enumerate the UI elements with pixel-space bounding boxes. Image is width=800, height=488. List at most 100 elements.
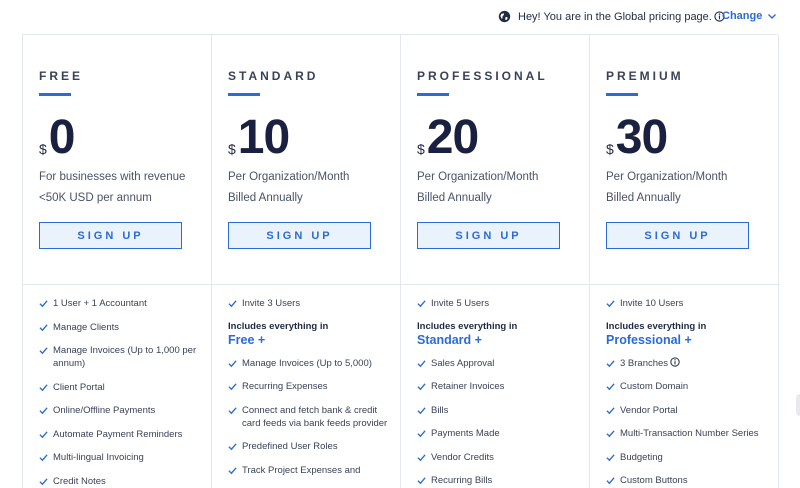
feature-item: Sales Approval [417, 357, 583, 370]
plan-accent-bar [228, 93, 260, 96]
feature-item: Manage Invoices (Up to 5,000) [228, 357, 394, 370]
check-icon [39, 407, 48, 415]
check-icon [606, 300, 615, 308]
plan-name: STANDARD [228, 69, 319, 83]
currency-symbol: $ [417, 141, 425, 157]
price-amount: 10 [237, 111, 290, 164]
check-icon [606, 359, 615, 367]
feature-label: Custom Buttons [620, 475, 688, 486]
plan-description-line2: <50K USD per annum [39, 192, 152, 204]
region-text: Hey! You are in the Global pricing page. [518, 10, 712, 23]
check-icon [228, 406, 237, 414]
plan-name: PROFESSIONAL [417, 69, 548, 83]
scrollbar-handle[interactable] [796, 394, 800, 416]
change-region-button[interactable]: Change [722, 10, 777, 22]
feature-label: Automate Payment Reminders [53, 428, 183, 440]
plan-accent-bar [39, 93, 71, 96]
feature-label: 3 Branches [620, 356, 680, 370]
check-icon [39, 300, 48, 308]
check-icon [606, 383, 615, 391]
check-icon [606, 453, 615, 461]
feature-label: Client Portal [53, 381, 105, 393]
plan-description-line1: For businesses with revenue [39, 171, 186, 183]
includes-plan: Standard + [417, 332, 482, 347]
check-icon [228, 300, 237, 308]
feature-list: Invite 5 Users Includes everything in St… [417, 297, 583, 488]
feature-label: Sales Approval [431, 357, 495, 369]
feature-label: Budgeting [620, 451, 663, 463]
feature-label: Vendor Credits [431, 451, 494, 463]
check-icon [417, 300, 426, 308]
feature-item: Recurring Expenses [228, 380, 394, 393]
feature-item: Bills [417, 404, 583, 417]
sign-up-button[interactable]: SIGN UP [228, 222, 371, 249]
plan-description-line1: Per Organization/Month [417, 171, 539, 183]
feature-item: Multi-lingual Invoicing [39, 451, 205, 464]
feature-label: Invite 5 Users [431, 298, 490, 309]
plan-accent-bar [417, 93, 449, 96]
check-icon [39, 323, 48, 331]
check-icon [39, 430, 48, 438]
info-icon[interactable] [670, 356, 680, 367]
price-amount: 20 [426, 111, 479, 164]
feature-label: Online/Offline Payments [53, 405, 156, 416]
feature-item: 1 User + 1 Accountant [39, 297, 205, 310]
plan-description-line2: Billed Annually [228, 192, 303, 204]
feature-item: Payments Made [417, 427, 583, 440]
feature-item: Connect and fetch bank & credit card fee… [228, 404, 394, 430]
sign-up-button[interactable]: SIGN UP [39, 222, 182, 249]
feature-item: Budgeting [606, 451, 772, 464]
plan-description: Per Organization/Month Billed Annually [417, 167, 582, 209]
feature-item: Online/Offline Payments [39, 404, 205, 417]
feature-item: Manage Clients [39, 321, 205, 334]
check-icon [39, 383, 48, 391]
feature-item: Custom Buttons [606, 474, 772, 487]
feature-item: Recurring Bills [417, 474, 583, 487]
feature-label: Bills [431, 404, 449, 416]
check-icon [417, 453, 426, 461]
includes-plan: Professional + [606, 332, 692, 347]
feature-label: Multi-lingual Invoicing [53, 452, 144, 463]
region-banner: Hey! You are in the Global pricing page.… [0, 0, 800, 34]
plan-price: $ 0 [39, 113, 75, 163]
plan-card-free: FREE $ 0 For businesses with revenue <50… [23, 35, 212, 488]
currency-symbol: $ [228, 141, 236, 157]
feature-item: Automate Payment Reminders [39, 428, 205, 441]
check-icon [39, 347, 48, 355]
plan-header: PROFESSIONAL $ 20 Per Organization/Month… [401, 35, 589, 285]
price-amount: 0 [48, 111, 76, 164]
sign-up-button[interactable]: SIGN UP [417, 222, 560, 249]
plan-price: $ 10 [228, 111, 290, 164]
check-icon [417, 430, 426, 438]
plan-description-line2: Billed Annually [417, 192, 492, 204]
plan-card-professional: PROFESSIONAL $ 20 Per Organization/Month… [401, 35, 590, 488]
feature-label: Manage Invoices (Up to 1,000 per annum) [53, 345, 197, 369]
plan-description: Per Organization/Month Billed Annually [228, 167, 393, 209]
feature-item: Invite 5 Users [417, 297, 583, 310]
plan-description-line1: Per Organization/Month [228, 171, 350, 183]
plan-header: PREMIUM $ 30 Per Organization/Month Bill… [590, 35, 778, 285]
plan-description-line1: Per Organization/Month [606, 171, 728, 183]
feature-item: 3 Branches [606, 356, 772, 370]
change-label: Change [722, 10, 763, 22]
feature-item: Vendor Portal [606, 404, 772, 417]
feature-item: Retainer Invoices [417, 380, 583, 393]
currency-symbol: $ [606, 141, 614, 157]
check-icon [606, 406, 615, 414]
feature-item: Track Project Expenses and [228, 464, 394, 477]
plan-header: FREE $ 0 For businesses with revenue <50… [23, 35, 211, 285]
sign-up-button[interactable]: SIGN UP [606, 222, 749, 249]
feature-item: Client Portal [39, 381, 205, 394]
check-icon [417, 359, 426, 367]
check-icon [606, 477, 615, 485]
feature-label: Recurring Expenses [242, 381, 328, 392]
check-icon [417, 383, 426, 391]
feature-label: Custom Domain [620, 381, 689, 392]
check-icon [228, 443, 237, 451]
plan-accent-bar [606, 93, 638, 96]
plan-header: STANDARD $ 10 Per Organization/Month Bil… [212, 35, 400, 285]
feature-item: Manage Invoices (Up to 1,000 per annum) [39, 344, 205, 370]
feature-list: 1 User + 1 Accountant Manage Clients Man… [39, 297, 205, 488]
check-icon [228, 359, 237, 367]
check-icon [417, 406, 426, 414]
